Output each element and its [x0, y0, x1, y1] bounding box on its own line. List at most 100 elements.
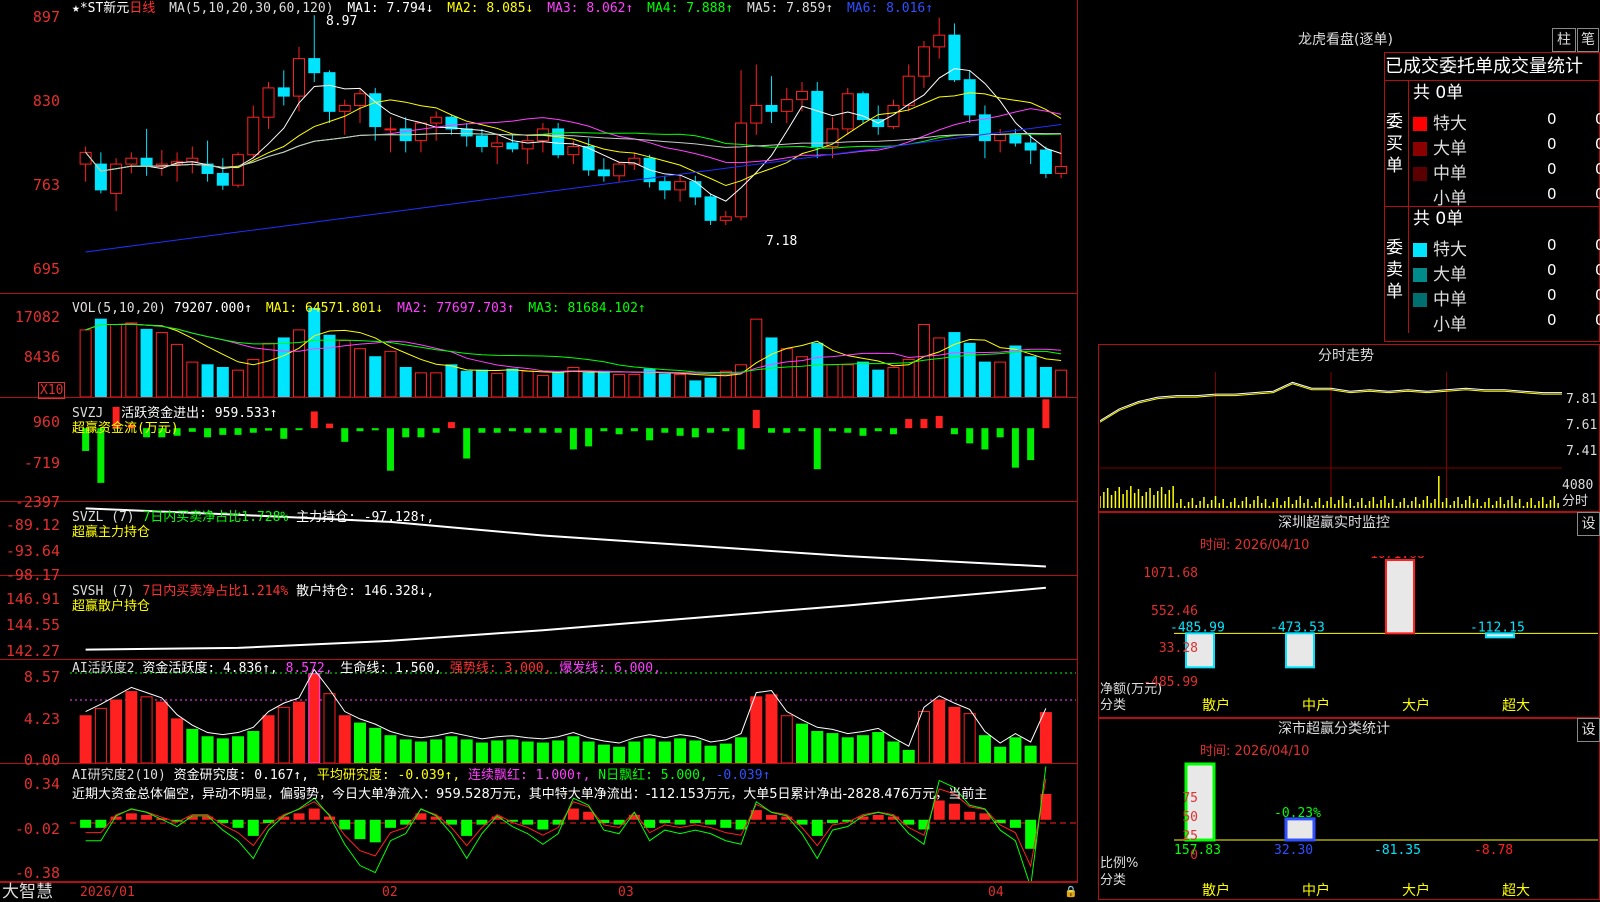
ma3-value: MA3: 8.062↑	[547, 1, 634, 16]
sell-row-xl[interactable]: 特大 0 0%	[1409, 233, 1600, 260]
vol-ma-10	[85, 323, 1062, 375]
buy-row-m[interactable]: 中单 0 0%	[1409, 157, 1600, 184]
candle-body	[933, 34, 946, 48]
ai-research-last: -0.039↑	[715, 768, 771, 783]
monitor-time: 时间: 2026/04/10	[1200, 538, 1310, 553]
monitor-bar-label: -473.53	[1270, 620, 1325, 635]
sell-row-l[interactable]: 大单 0 0%	[1409, 258, 1600, 285]
volume-bar	[353, 348, 366, 397]
classify-settings-button[interactable]: 设	[1577, 718, 1600, 742]
volume-bar	[216, 366, 229, 397]
candle-body	[902, 75, 915, 106]
volume-bar	[399, 366, 412, 397]
period-label[interactable]: 日线	[129, 1, 155, 16]
x-tick-2: 03	[618, 885, 634, 900]
intraday-chart[interactable]	[1100, 372, 1562, 510]
volume-bar	[796, 356, 809, 397]
sell-row-m-count: 0	[1547, 286, 1557, 304]
vol-unit: X10	[38, 382, 66, 399]
buy-row-s[interactable]: 小单00%	[1409, 182, 1600, 209]
svzl-ytick-0: -89.12	[5, 516, 60, 534]
vol-ma1: MA1: 64571.801↓	[265, 301, 384, 316]
activity-bar	[887, 741, 900, 763]
vol-ytick-0: 17082	[14, 308, 60, 326]
candle-body	[262, 87, 275, 118]
ai-active-life: 生命线: 1.560,	[340, 661, 443, 676]
activity-bar	[628, 741, 641, 763]
candle-body	[963, 79, 976, 116]
fund-flow-bar	[981, 428, 989, 450]
activity-bar	[811, 730, 824, 763]
sell-row-m[interactable]: 中单 0 0%	[1409, 283, 1600, 310]
monitor-bar	[1285, 632, 1315, 669]
volume-bar	[658, 373, 671, 397]
candle-body	[460, 128, 473, 137]
candle-body	[811, 90, 824, 147]
activity-bar	[293, 701, 306, 763]
buy-row-l-label: 大单	[1433, 139, 1467, 159]
sell-side-text: 委卖单	[1386, 238, 1403, 302]
sell-row-l-label: 大单	[1433, 265, 1467, 285]
price-chart[interactable]	[70, 0, 1076, 293]
l-sell-color-swatch	[1413, 268, 1427, 282]
fund-flow-bar	[219, 428, 227, 435]
activity-bar	[399, 739, 412, 763]
volume-bar	[125, 322, 138, 397]
research-bar	[537, 819, 549, 830]
activity-bar	[704, 745, 717, 763]
monitor-cat-2: 大户	[1402, 698, 1430, 714]
sell-row-s-label: 小单	[1433, 315, 1467, 335]
volume-bar	[963, 342, 976, 397]
activity-line	[85, 668, 1047, 747]
classify-ratio-label: -0.23%	[1274, 806, 1321, 821]
ai-active-chart[interactable]	[70, 661, 1076, 763]
monitor-ytick-2: 33.28	[1158, 641, 1198, 656]
brand-label: 大智慧	[2, 882, 53, 902]
fund-flow-bar	[1042, 399, 1050, 429]
fund-flow-bar	[280, 428, 288, 439]
lock-icon[interactable]: 🔒	[1064, 884, 1078, 899]
fund-flow-bar	[615, 428, 623, 435]
sell-row-s[interactable]: 小单 0 0%	[1409, 308, 1600, 335]
volume-bar	[277, 337, 290, 397]
buy-header: 共 0单	[1413, 83, 1464, 103]
fund-flow-bar	[265, 428, 273, 431]
ma5-value: MA5: 7.859↑	[747, 1, 834, 16]
activity-bar	[353, 722, 366, 763]
candle-body	[750, 104, 763, 124]
ai-active-v2: 8.572,	[285, 661, 333, 676]
buy-row-s-pct: 0%	[1595, 185, 1600, 203]
volume-bar	[887, 366, 900, 397]
ai-research-nred: N日飘红: 5.000,	[598, 768, 708, 783]
classify-ytick-3: 0	[1190, 848, 1198, 863]
ai-active-burst: 爆发线: 6.000,	[559, 661, 661, 676]
vol-ma3: MA3: 81684.102↑	[528, 301, 646, 316]
activity-bar	[1039, 712, 1052, 763]
xl-buy-color-swatch	[1413, 117, 1427, 131]
activity-bar	[323, 693, 336, 763]
buy-row-l[interactable]: 大单 0 0%	[1409, 132, 1600, 159]
candle-body	[796, 90, 809, 101]
ai-active-legend: AI活跃度2 资金活跃度: 4.836↑, 8.572, 生命线: 1.560,…	[72, 661, 661, 676]
fund-flow-bar	[463, 428, 471, 459]
order-stats-tabs[interactable]: 已成交委托单成交量统计	[1385, 56, 1599, 78]
volume-bar	[994, 361, 1007, 397]
buy-row-xl[interactable]: 特大 0 0%	[1409, 107, 1600, 134]
tick-view-button[interactable]: 笔	[1577, 28, 1599, 52]
volume-bar	[430, 372, 443, 397]
research-bar	[384, 819, 396, 828]
activity-bar	[262, 715, 275, 763]
column-view-button[interactable]: 柱	[1552, 28, 1576, 52]
ma4-value: MA4: 7.888↑	[647, 1, 734, 16]
activity-bar	[994, 746, 1007, 763]
fund-flow-bar	[768, 428, 776, 433]
volume-bar	[140, 328, 153, 397]
volume-bar	[384, 350, 397, 397]
research-bar	[583, 811, 595, 820]
monitor-settings-button[interactable]: 设	[1577, 512, 1600, 536]
fund-flow-bar	[737, 428, 745, 450]
fund-flow-bar	[478, 428, 486, 433]
volume-bar	[414, 372, 427, 397]
price-legend: ★*ST新元日线 MA(5,10,20,30,60,120) MA1: 7.79…	[72, 1, 933, 16]
fund-flow-bar	[310, 411, 318, 429]
